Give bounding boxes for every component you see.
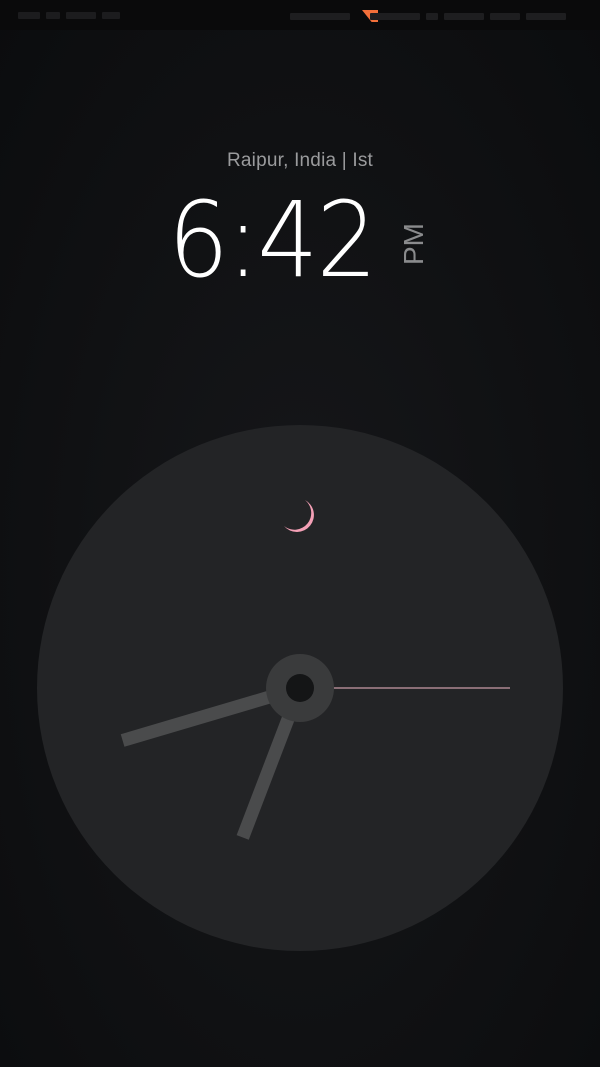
clock-screen: Raipur, India | Ist 6:42 PM [0, 0, 600, 1067]
analog-clock[interactable] [0, 0, 600, 1067]
center-pin [286, 674, 314, 702]
